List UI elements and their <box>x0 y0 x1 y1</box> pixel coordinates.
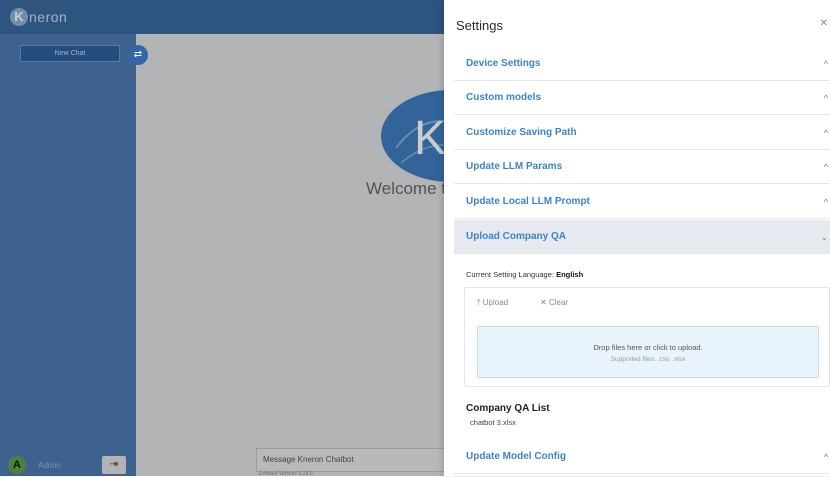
section-label: Custom models <box>466 92 542 103</box>
qa-list-title: Company QA List <box>466 403 550 414</box>
clear-icon: ✕ <box>540 298 549 307</box>
section-update-local-llm-prompt[interactable]: Update Local LLM Prompt ^ <box>454 185 830 219</box>
section-upload-company-qa[interactable]: Upload Company QA ⌄ <box>454 220 830 254</box>
language-label: Current Setting Language: <box>466 270 554 279</box>
chevron-down-icon: ⌄ <box>820 232 828 242</box>
chevron-up-icon: ^ <box>823 59 828 69</box>
chevron-up-icon: ^ <box>823 197 828 207</box>
close-icon[interactable]: ✕ <box>820 18 828 29</box>
settings-drawer: Settings ✕ Device Settings ^ Custom mode… <box>444 0 830 476</box>
upload-label: Upload <box>482 298 509 307</box>
swap-icon[interactable]: ⇄ <box>128 45 148 65</box>
upload-button[interactable]: ⤒ Upload <box>477 298 508 308</box>
section-update-model-config[interactable]: Update Model Config ^ <box>454 440 830 474</box>
file-dropzone[interactable]: Drop files here or click to upload. Supp… <box>477 326 819 378</box>
chevron-up-icon: ^ <box>823 162 828 172</box>
upload-card: ⤒ Upload ✕ Clear Drop files here or clic… <box>464 287 830 387</box>
supported-files-text: Supported files: .csv, .xlsx <box>610 356 686 363</box>
section-label: Update Local LLM Prompt <box>466 196 590 207</box>
section-device-settings[interactable]: Device Settings ^ <box>454 47 830 81</box>
section-update-llm-params[interactable]: Update LLM Params ^ <box>454 150 830 184</box>
section-label: Device Settings <box>466 58 541 69</box>
chevron-up-icon: ^ <box>823 452 828 462</box>
dropzone-text: Drop files here or click to upload. <box>593 343 703 352</box>
settings-title: Settings <box>456 18 503 33</box>
language-value: English <box>556 270 584 279</box>
current-language: Current Setting Language: English <box>466 270 583 279</box>
chevron-up-icon: ^ <box>823 93 828 103</box>
section-label: Customize Saving Path <box>466 127 577 138</box>
section-customize-saving-path[interactable]: Customize Saving Path ^ <box>454 116 830 150</box>
modal-backdrop[interactable] <box>0 0 444 476</box>
section-custom-models[interactable]: Custom models ^ <box>454 81 830 115</box>
chevron-up-icon: ^ <box>823 128 828 138</box>
qa-file-item[interactable]: chatbot 3.xlsx <box>470 418 516 427</box>
clear-label: Clear <box>548 298 569 307</box>
section-label: Update Model Config <box>466 451 566 462</box>
section-label: Upload Company QA <box>466 231 567 242</box>
clear-button[interactable]: ✕ Clear <box>540 298 568 307</box>
section-label: Update LLM Params <box>466 161 563 172</box>
